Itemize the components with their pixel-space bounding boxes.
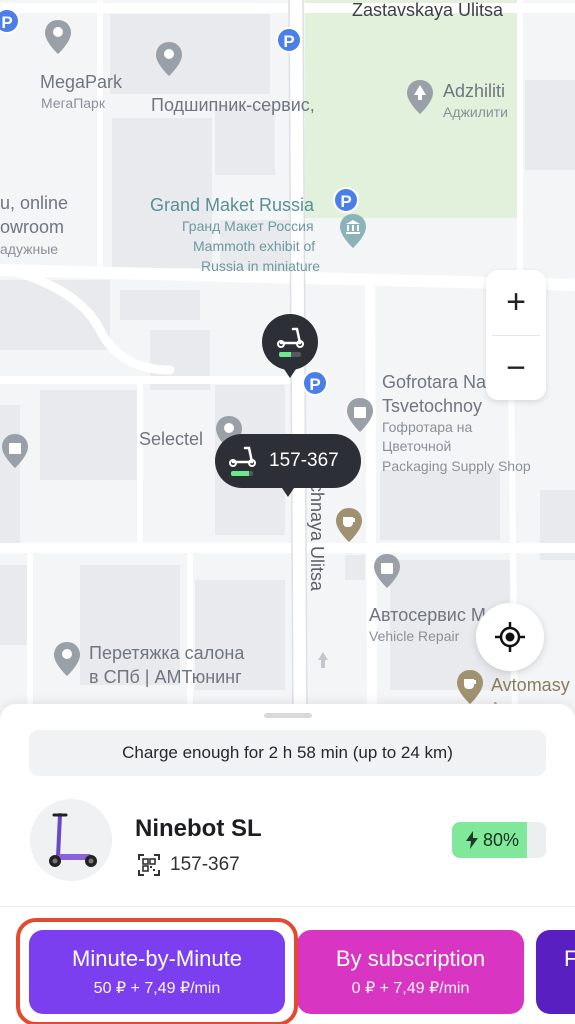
poi-label: МегаПарк [41, 95, 105, 111]
shopping-bag-pin-icon[interactable] [0, 432, 30, 470]
qr-code-icon [138, 854, 160, 876]
scooter-marker-code: 157-367 [269, 450, 339, 471]
scooter-marker[interactable] [262, 314, 318, 378]
location-pin-icon[interactable] [52, 640, 82, 678]
poi-label: Vehicle Repair [369, 628, 460, 644]
cafe-pin-icon[interactable] [334, 506, 364, 544]
scooter-thumbnail [30, 799, 112, 881]
poi-label: Grand Maket Russia [150, 195, 315, 215]
scooter-image [49, 813, 97, 867]
tariff-price: 0 ₽ + 7,49 ₽/min [351, 980, 470, 997]
museum-pin-icon[interactable] [338, 212, 368, 250]
charge-info-text: Charge enough for 2 h 58 min (up to 24 k… [122, 743, 453, 762]
tariff-minute-by-minute-button[interactable]: Minute-by-Minute 50 ₽ + 7,49 ₽/min [29, 930, 285, 1014]
shopping-bag-pin-icon[interactable] [345, 396, 375, 434]
parking-icon[interactable]: P [302, 370, 328, 396]
cafe-pin-icon[interactable] [455, 668, 485, 706]
crosshair-icon [495, 622, 525, 652]
parking-icon[interactable]: P [333, 187, 359, 213]
zoom-controls: + − [486, 270, 546, 400]
tariff-title: Minute-by-Minute [72, 946, 242, 971]
poi-label: owroom [0, 217, 65, 237]
location-pin-icon[interactable] [154, 40, 184, 78]
scooter-icon [229, 446, 256, 467]
poi-label: u, online [0, 193, 69, 213]
poi-label: Tsvetochnoy [382, 396, 483, 416]
poi-label: Adzhiliti [443, 81, 506, 101]
poi-label: MegaPark [40, 72, 123, 92]
battery-indicator [231, 471, 253, 476]
location-pin-icon[interactable] [43, 18, 73, 56]
battery-fill [279, 352, 292, 357]
tariff-third-button[interactable]: F [536, 930, 575, 1014]
charge-info-banner: Charge enough for 2 h 58 min (up to 24 k… [29, 730, 546, 776]
tariff-title: F [564, 946, 575, 971]
scooter-bottom-sheet: Charge enough for 2 h 58 min (up to 24 k… [0, 704, 575, 1024]
poi-label: Mammoth exhibit of [193, 238, 316, 254]
poi-label: Подшипник-сервис, [151, 95, 315, 115]
scooter-model-name: Ninebot SL [135, 815, 262, 842]
zoom-in-button[interactable]: + [486, 270, 546, 335]
poi-label: Цветочной [382, 438, 452, 454]
poi-label: Avtomasy [491, 675, 570, 695]
battery-badge: 80% [452, 822, 546, 858]
poi-label: Перетяжка салона [89, 643, 245, 663]
scooter-marker-icon-group [227, 446, 257, 476]
tariff-title: By subscription [335, 946, 486, 971]
street-label-top: Zastavskaya Ulitsa [352, 0, 504, 20]
battery-percent: 80% [482, 829, 520, 850]
sheet-drag-handle[interactable] [264, 713, 312, 718]
shopping-bag-pin-icon[interactable] [372, 552, 402, 590]
tariff-price: 50 ₽ + 7,49 ₽/min [93, 980, 221, 997]
zoom-out-button[interactable]: − [486, 336, 546, 401]
poi-label: в СПб | АМТюнинг [89, 667, 242, 687]
poi-label: Russia in miniature [201, 258, 321, 274]
poi-label: Гранд Макет Россия [182, 218, 314, 234]
poi-label: Аджилити [443, 104, 508, 120]
poi-label: Гофротара на [382, 419, 473, 435]
poi-label: Gofrotara Na [382, 372, 487, 392]
tariff-subscription-button[interactable]: By subscription 0 ₽ + 7,49 ₽/min [297, 930, 524, 1014]
my-location-button[interactable] [476, 603, 544, 671]
poi-label: адужные [0, 241, 59, 257]
battery-badge-content: 80% [452, 822, 532, 858]
scooter-id: 157-367 [170, 854, 240, 875]
scooter-icon [277, 327, 304, 348]
battery-fill [231, 471, 249, 476]
poi-label: Selectel [139, 429, 204, 449]
poi-label: Packaging Supply Shop [382, 458, 531, 474]
lightning-icon [465, 831, 478, 849]
battery-indicator [279, 352, 301, 357]
park-tree-pin-icon[interactable] [405, 78, 435, 116]
map-view[interactable]: Zastavskaya Ulitsa tochnaya Ulitsa P P P… [0, 0, 575, 720]
section-divider [0, 906, 575, 907]
parking-icon[interactable]: P [276, 27, 302, 53]
poi-label-part: Автосервис [369, 605, 471, 625]
selected-scooter-marker[interactable]: 157-367 [215, 434, 361, 497]
